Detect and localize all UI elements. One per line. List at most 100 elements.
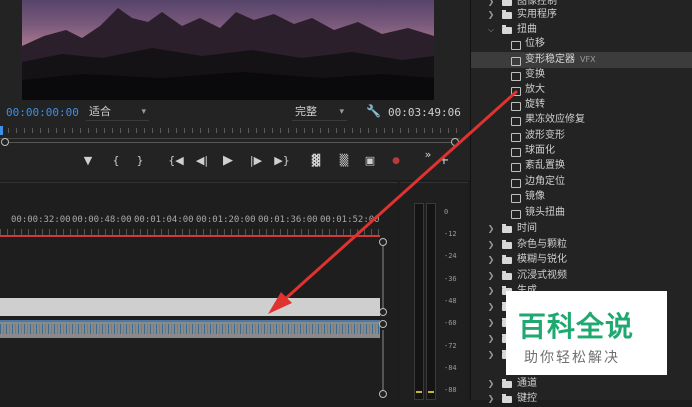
effects-folder[interactable]: ❯ 杂色与颗粒	[471, 237, 692, 253]
wrench-icon[interactable]: 🔧	[366, 104, 381, 118]
monitor-time-ruler[interactable]	[0, 124, 460, 139]
monitor-scrollbar[interactable]	[4, 142, 454, 143]
effect-label: 紊乱置换	[525, 160, 565, 171]
effect-icon	[511, 87, 521, 96]
effect-item[interactable]: 镜像	[471, 189, 692, 205]
effect-item[interactable]: 紊乱置换	[471, 158, 692, 174]
chevron-right-icon[interactable]: ❯	[487, 376, 495, 392]
camera-icon[interactable]: ▣	[362, 152, 378, 170]
lift-icon[interactable]: ▓	[308, 152, 324, 170]
meter-right	[426, 203, 436, 400]
db-label: -36	[444, 275, 457, 283]
mark-out-icon[interactable]: }	[132, 152, 148, 170]
folder-icon	[502, 0, 512, 6]
folder-icon	[502, 10, 512, 19]
chevron-right-icon[interactable]: ❯	[487, 237, 495, 253]
effects-folder[interactable]: ❯ 实用程序	[471, 7, 692, 23]
chevron-right-icon[interactable]: ❯	[487, 299, 495, 315]
chevron-right-icon[interactable]: ❯	[487, 268, 495, 284]
program-monitor: 00:00:00:00 适合 完整 🔧 00:03:49:06 ▼ { } {◀…	[0, 0, 470, 180]
effect-item[interactable]: 边角定位	[471, 174, 692, 190]
db-label: -12	[444, 230, 457, 238]
scroll-handle-bottom[interactable]	[379, 308, 387, 316]
more-icon[interactable]: »	[420, 146, 436, 164]
playback-resolution-dropdown[interactable]: 完整	[292, 104, 347, 121]
ruler-label: 00:01:04:00	[134, 215, 194, 225]
effects-folder[interactable]: ❯ 沉浸式视频	[471, 268, 692, 284]
scroll-handle-right[interactable]	[451, 138, 459, 146]
db-label: -72	[444, 342, 457, 350]
meter-level	[428, 391, 434, 393]
mountain-landscape-image	[22, 8, 434, 100]
effect-item[interactable]: 波形变形	[471, 128, 692, 144]
timeline-vertical-scrollbar[interactable]	[382, 244, 384, 310]
chevron-right-icon[interactable]: ❯	[487, 315, 495, 331]
effect-item[interactable]: 放大	[471, 82, 692, 98]
step-forward-icon[interactable]: |▶	[248, 152, 264, 170]
scroll-handle-left[interactable]	[1, 138, 9, 146]
effect-icon	[511, 102, 521, 111]
effect-icon	[511, 41, 521, 50]
playhead-marker[interactable]	[0, 126, 3, 135]
effect-item-selected[interactable]: 变形稳定器 VFX	[471, 52, 692, 68]
current-timecode[interactable]: 00:00:00:00	[6, 106, 79, 119]
marker-icon[interactable]: ▼	[80, 152, 96, 170]
folder-label: 键控	[517, 393, 537, 404]
audio-clip-header	[0, 320, 380, 322]
effects-folder[interactable]: ❯ 键控	[471, 391, 692, 407]
ruler-label: 00:00:48:00	[72, 215, 132, 225]
play-icon[interactable]: ▶	[220, 152, 236, 170]
effects-folder[interactable]: ❯ 时间	[471, 221, 692, 237]
chevron-right-icon[interactable]: ❯	[487, 252, 495, 268]
effect-item[interactable]: 球面化	[471, 143, 692, 159]
chevron-right-icon[interactable]: ❯	[487, 331, 495, 347]
duration-timecode: 00:03:49:06	[388, 106, 461, 119]
audio-clip[interactable]	[0, 320, 380, 338]
mark-in-icon[interactable]: {	[108, 152, 124, 170]
meter-level	[416, 391, 422, 393]
effect-item[interactable]: 旋转	[471, 97, 692, 113]
scroll-handle-top[interactable]	[379, 320, 387, 328]
audio-vertical-scrollbar[interactable]	[382, 330, 384, 392]
step-back-icon[interactable]: ◀|	[194, 152, 210, 170]
ruler-label: 00:00:32:00	[11, 215, 71, 225]
video-preview[interactable]	[22, 0, 434, 100]
effect-item[interactable]: 镜头扭曲	[471, 205, 692, 221]
chevron-right-icon[interactable]: ❯	[487, 347, 495, 363]
chevron-right-icon[interactable]: ❯	[487, 7, 495, 23]
folder-icon	[502, 224, 512, 233]
folder-icon	[502, 379, 512, 388]
db-label: -60	[444, 319, 457, 327]
watermark-subtitle: 助你轻松解决	[524, 350, 620, 366]
effect-item[interactable]: 位移	[471, 36, 692, 52]
db-label: -88	[444, 386, 457, 394]
record-icon[interactable]: ●	[388, 152, 404, 170]
effect-icon	[511, 148, 521, 157]
chevron-right-icon[interactable]: ❯	[487, 391, 495, 407]
db-label: -24	[444, 252, 457, 260]
zoom-dropdown[interactable]: 适合	[86, 104, 149, 121]
effects-folder[interactable]: ❯ 模糊与锐化	[471, 252, 692, 268]
audio-meters	[400, 182, 468, 401]
effect-item[interactable]: 变换	[471, 67, 692, 83]
watermark-logo: 百科全说 助你轻松解决	[506, 291, 667, 375]
extract-icon[interactable]: ▒	[336, 152, 352, 170]
effect-icon	[511, 57, 521, 66]
effects-folder[interactable]: ❯ 通道	[471, 376, 692, 392]
chevron-right-icon[interactable]: ❯	[487, 283, 495, 299]
db-label: 0	[444, 208, 449, 216]
watermark-title: 百科全说	[518, 310, 635, 343]
go-to-out-icon[interactable]: ▶}	[274, 152, 290, 170]
video-clip[interactable]	[0, 298, 380, 316]
work-area-bar[interactable]	[0, 235, 380, 237]
add-icon[interactable]: +	[436, 152, 452, 170]
folder-label: 杂色与颗粒	[517, 239, 567, 250]
effect-item[interactable]: 果冻效应修复	[471, 112, 692, 128]
go-to-in-icon[interactable]: {◀	[168, 152, 184, 170]
db-label: -84	[444, 364, 457, 372]
db-label: -48	[444, 297, 457, 305]
chevron-right-icon[interactable]: ❯	[487, 221, 495, 237]
scroll-handle-top[interactable]	[379, 238, 387, 246]
effect-icon	[511, 194, 521, 203]
scroll-handle-bottom[interactable]	[379, 390, 387, 398]
